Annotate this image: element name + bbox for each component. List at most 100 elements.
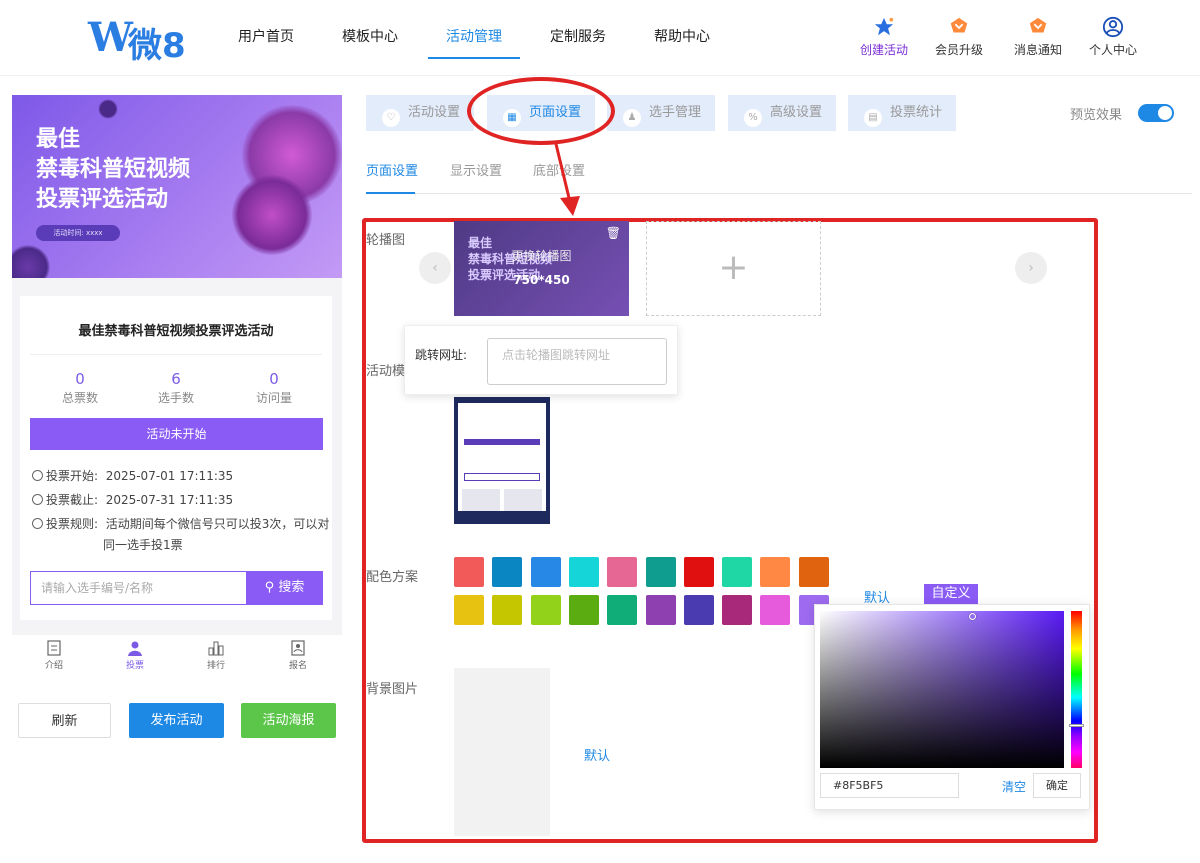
banner-title-line: 最佳 xyxy=(36,127,81,152)
create-activity-button[interactable]: 创建活动 xyxy=(849,16,919,58)
clear-color-button[interactable]: 清空 xyxy=(1002,778,1026,795)
subtab-display-settings[interactable]: 显示设置 xyxy=(450,160,502,179)
color-swatch[interactable] xyxy=(530,557,561,587)
trash-icon[interactable]: 🗑 xyxy=(606,226,621,240)
color-swatch[interactable] xyxy=(492,557,523,587)
info-icon xyxy=(32,518,43,529)
stat-visits: 0 访问量 xyxy=(234,370,314,406)
activity-poster-button[interactable]: 活动海报 xyxy=(241,703,336,738)
contestant-search-input[interactable]: 请输入选手编号/名称 xyxy=(30,571,247,605)
carousel-next-button[interactable]: › xyxy=(1015,252,1047,284)
top-header: W 微8 用户首页 模板中心 活动管理 定制服务 帮助中心 创建活动 会员升级 … xyxy=(0,0,1200,76)
color-swatch[interactable] xyxy=(722,595,753,625)
template-search xyxy=(464,473,540,481)
vote-end-line: 投票截止: 2025-07-31 17:11:35 xyxy=(32,491,233,508)
color-swatch[interactable] xyxy=(683,595,714,625)
banner-title-line: 投票评选活动 xyxy=(36,187,169,212)
member-upgrade-button[interactable]: 会员升级 xyxy=(924,16,994,58)
color-swatch[interactable] xyxy=(568,557,599,587)
confirm-color-button[interactable]: 确定 xyxy=(1033,773,1081,798)
template-card xyxy=(462,489,500,511)
virus-illustration xyxy=(98,99,118,119)
refresh-button[interactable]: 刷新 xyxy=(18,703,111,738)
color-swatch[interactable] xyxy=(454,595,484,625)
carousel-size-hint: 750*450 xyxy=(513,273,570,287)
tab-vote-statistics[interactable]: ▤ 投票统计 xyxy=(848,95,956,131)
template-thumbnail[interactable] xyxy=(454,397,550,524)
color-swatch[interactable] xyxy=(492,595,523,625)
logo-letter: W xyxy=(88,14,133,61)
document-icon xyxy=(47,640,61,656)
message-notification-label: 消息通知 xyxy=(1013,43,1062,57)
add-carousel-button[interactable]: + xyxy=(646,221,821,316)
message-notification-button[interactable]: 消息通知 xyxy=(1003,16,1073,58)
stat-contestants: 6 选手数 xyxy=(136,370,216,406)
nav-template-center[interactable]: 模板中心 xyxy=(342,26,398,46)
preview-effect-label: 预览效果 xyxy=(1070,108,1123,123)
nav-custom-service[interactable]: 定制服务 xyxy=(550,26,606,46)
vote-rule-line-2: 同一选手投1票 xyxy=(103,538,183,552)
tabbar-label: 排行 xyxy=(206,661,225,671)
site-logo[interactable]: W 微8 xyxy=(88,14,188,66)
color-scheme-label: 配色方案 xyxy=(366,570,419,585)
tab-contestant-management[interactable]: ♟ 选手管理 xyxy=(607,95,715,131)
stat-value: 0 xyxy=(75,370,85,388)
color-swatch[interactable] xyxy=(760,595,791,625)
vote-start-value: 2025-07-01 17:11:35 xyxy=(105,469,234,483)
annotation-arrow xyxy=(554,143,580,216)
toggle-knob xyxy=(1158,106,1172,120)
tab-advanced-settings[interactable]: % 高级设置 xyxy=(728,95,836,131)
tab-activity-settings[interactable]: ♡ 活动设置 xyxy=(366,95,474,131)
tabbar-label: 报名 xyxy=(288,661,307,671)
color-swatch[interactable] xyxy=(530,595,561,625)
nav-user-home[interactable]: 用户首页 xyxy=(238,26,294,46)
jump-url-textarea[interactable]: 点击轮播图跳转网址 xyxy=(487,338,667,385)
activity-status-button[interactable]: 活动未开始 xyxy=(30,418,323,450)
jump-url-popover: 跳转网址: 点击轮播图跳转网址 xyxy=(404,325,678,395)
tabbar-ranking[interactable]: 排行 xyxy=(186,640,246,671)
saturation-value-panel[interactable] xyxy=(820,611,1064,768)
color-swatch[interactable] xyxy=(722,557,753,587)
nav-active-indicator xyxy=(428,57,520,59)
color-swatch[interactable] xyxy=(645,557,676,587)
hue-slider-handle[interactable] xyxy=(1069,724,1084,727)
publish-activity-button[interactable]: 发布活动 xyxy=(129,703,224,738)
hue-slider[interactable] xyxy=(1071,611,1082,768)
annotation-highlight-oval xyxy=(467,77,615,145)
search-icon: ⚲ xyxy=(264,580,275,595)
hex-color-input[interactable]: #8F5BF5 xyxy=(820,773,959,798)
color-cursor[interactable] xyxy=(969,613,976,620)
stat-value: 0 xyxy=(269,370,279,388)
color-swatch[interactable] xyxy=(454,557,484,587)
tabbar-vote[interactable]: 投票 xyxy=(105,640,165,671)
tabbar-signup[interactable]: 报名 xyxy=(268,640,328,671)
nav-help-center[interactable]: 帮助中心 xyxy=(654,26,710,46)
color-swatch[interactable] xyxy=(607,557,638,587)
virus-illustration xyxy=(12,245,50,278)
preview-effect-toggle[interactable] xyxy=(1138,104,1174,122)
bg-image-slot[interactable] xyxy=(454,668,550,836)
stat-label: 访问量 xyxy=(255,391,292,405)
tab-label: 投票统计 xyxy=(890,105,943,120)
banner-title: 最佳 禁毒科普短视频 投票评选活动 xyxy=(36,125,190,215)
nav-activity-management[interactable]: 活动管理 xyxy=(446,26,502,46)
tab-label: 选手管理 xyxy=(649,105,702,120)
personal-center-button[interactable]: 个人中心 xyxy=(1078,16,1148,58)
carousel-prev-button[interactable]: ‹ xyxy=(419,252,451,284)
tabbar-intro[interactable]: 介绍 xyxy=(24,640,84,671)
color-swatch[interactable] xyxy=(645,595,676,625)
color-swatch[interactable] xyxy=(760,557,791,587)
color-swatch[interactable] xyxy=(568,595,599,625)
color-custom-button[interactable]: 自定义 xyxy=(924,584,978,604)
color-swatch[interactable] xyxy=(798,557,829,587)
carousel-image-slot[interactable]: 最佳 禁毒科普短视频 投票评选活动 更换轮播图 750*450 🗑 xyxy=(454,221,629,316)
color-swatch[interactable] xyxy=(607,595,638,625)
subtab-page-settings[interactable]: 页面设置 xyxy=(366,160,418,179)
tabbar-label: 投票 xyxy=(125,661,144,671)
virus-illustration xyxy=(232,175,312,255)
search-button[interactable]: ⚲ 搜索 xyxy=(246,571,323,605)
tab-label: 活动设置 xyxy=(408,105,461,120)
subtab-divider xyxy=(366,193,1192,194)
color-swatch[interactable] xyxy=(683,557,714,587)
bg-default-button[interactable]: 默认 xyxy=(584,745,610,764)
